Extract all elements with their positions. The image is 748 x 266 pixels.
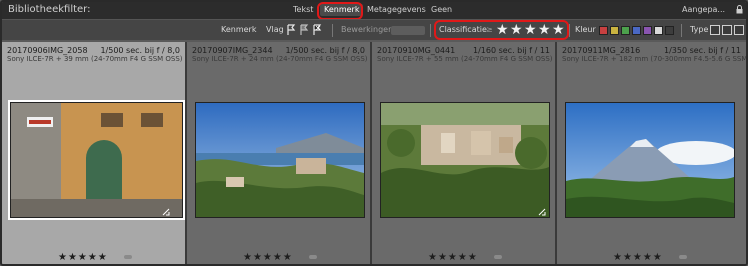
photo-thumbnail[interactable] — [565, 102, 735, 218]
grid-cell[interactable]: 20170911MG_2816 1/350 sec. bij f / 11 So… — [557, 42, 746, 264]
color-label-none[interactable] — [665, 26, 674, 35]
photo-filename: 20170910MG_0441 — [377, 46, 456, 55]
color-label-blue[interactable] — [632, 26, 641, 35]
vlag-label: Vlag — [266, 25, 284, 34]
grid-cell[interactable]: 20170907IMG_2344 1/500 sec. bij f / 8,0 … — [187, 42, 372, 264]
photo-thumbnail[interactable] — [380, 102, 550, 218]
photo-thumbnail[interactable] — [8, 100, 185, 220]
photo-rating[interactable]: ★★★★★ — [243, 252, 293, 263]
grid-cell[interactable]: 20170910MG_0441 1/160 sec. bij f / 11 So… — [372, 42, 557, 264]
color-label-yellow[interactable] — [610, 26, 619, 35]
edits-toggle[interactable] — [391, 26, 425, 35]
separator — [430, 24, 431, 37]
color-label-purple[interactable] — [643, 26, 652, 35]
tab-geen[interactable]: Geen — [427, 4, 456, 16]
photo-lens: Sony ILCE-7R + 24 mm (24-70mm F4 G SSM O… — [192, 55, 368, 63]
rating-star-3-icon[interactable]: ★ — [524, 21, 537, 39]
photo-filename: 20170907IMG_2344 — [192, 46, 273, 55]
flag-unflagged-icon[interactable] — [299, 24, 309, 36]
edit-badge-icon — [162, 208, 170, 216]
flag-picked-icon[interactable] — [286, 24, 296, 36]
preset-dropdown[interactable]: Aangepa... — [682, 5, 725, 14]
photo-thumbnail[interactable] — [195, 102, 365, 218]
type-video-icon[interactable] — [734, 25, 744, 35]
photo-rating[interactable]: ★★★★★ — [428, 252, 478, 263]
kleur-label: Kleur — [575, 25, 596, 34]
tab-tekst[interactable]: Tekst — [289, 4, 317, 16]
color-label-pill[interactable] — [124, 255, 132, 259]
photo-grid: 20170906IMG_2058 1/500 sec. bij f / 8,0 … — [2, 40, 746, 264]
lock-icon[interactable] — [736, 5, 743, 14]
classificatie-label: Classificatie — [439, 25, 487, 34]
kenmerk-label: Kenmerk — [221, 25, 257, 34]
photo-filename: 20170906IMG_2058 — [7, 46, 88, 55]
grid-cell[interactable]: 20170906IMG_2058 1/500 sec. bij f / 8,0 … — [2, 42, 187, 264]
rating-operator[interactable]: ≥ — [486, 25, 493, 34]
color-label-pill[interactable] — [494, 255, 502, 259]
photo-exposure: 1/160 sec. bij f / 11 — [472, 46, 550, 55]
photo-exposure: 1/350 sec. bij f / 11 — [663, 46, 741, 55]
rating-star-2-icon[interactable]: ★ — [510, 21, 523, 39]
color-label-green[interactable] — [621, 26, 630, 35]
bewerkingen-label: Bewerkingen — [341, 25, 394, 34]
tab-metagegevens[interactable]: Metagegevens — [363, 4, 430, 16]
flag-rejected-icon[interactable] — [312, 24, 322, 36]
color-label-red[interactable] — [599, 26, 608, 35]
photo-exposure: 1/500 sec. bij f / 8,0 — [285, 46, 365, 55]
separator — [569, 24, 570, 37]
color-label-pill[interactable] — [679, 255, 687, 259]
photo-lens: Sony ILCE-7R + 182 mm (70-300mm F4.5-5.6… — [562, 55, 748, 63]
photo-rating[interactable]: ★★★★★ — [613, 252, 663, 263]
type-master-icon[interactable] — [710, 25, 720, 35]
rating-star-5-icon[interactable]: ★ — [552, 21, 565, 39]
photo-exposure: 1/500 sec. bij f / 8,0 — [100, 46, 180, 55]
color-label-custom[interactable] — [654, 26, 663, 35]
library-filter-title: Bibliotheekfilter: — [8, 4, 91, 15]
separator — [681, 24, 682, 37]
photo-filename: 20170911MG_2816 — [562, 46, 641, 55]
separator — [332, 24, 333, 37]
attribute-filter-bar: Kenmerk Vlag Bewerkingen Classificatie ≥… — [2, 19, 746, 41]
photo-lens: Sony ILCE-7R + 55 mm (24-70mm F4 G SSM O… — [377, 55, 553, 63]
color-label-pill[interactable] — [309, 255, 317, 259]
edit-badge-icon — [538, 208, 546, 216]
rating-star-1-icon[interactable]: ★ — [496, 21, 509, 39]
type-label: Type — [690, 25, 709, 34]
type-virtual-copy-icon[interactable] — [722, 25, 732, 35]
photo-lens: Sony ILCE-7R + 39 mm (24-70mm F4 G SSM O… — [7, 55, 183, 63]
lightroom-library-window: Bibliotheekfilter: Tekst Kenmerk Metageg… — [0, 0, 748, 266]
photo-rating[interactable]: ★★★★★ — [58, 252, 108, 263]
tab-kenmerk[interactable]: Kenmerk — [320, 4, 364, 16]
rating-star-4-icon[interactable]: ★ — [538, 21, 551, 39]
library-filter-bar: Bibliotheekfilter: Tekst Kenmerk Metageg… — [2, 2, 746, 20]
